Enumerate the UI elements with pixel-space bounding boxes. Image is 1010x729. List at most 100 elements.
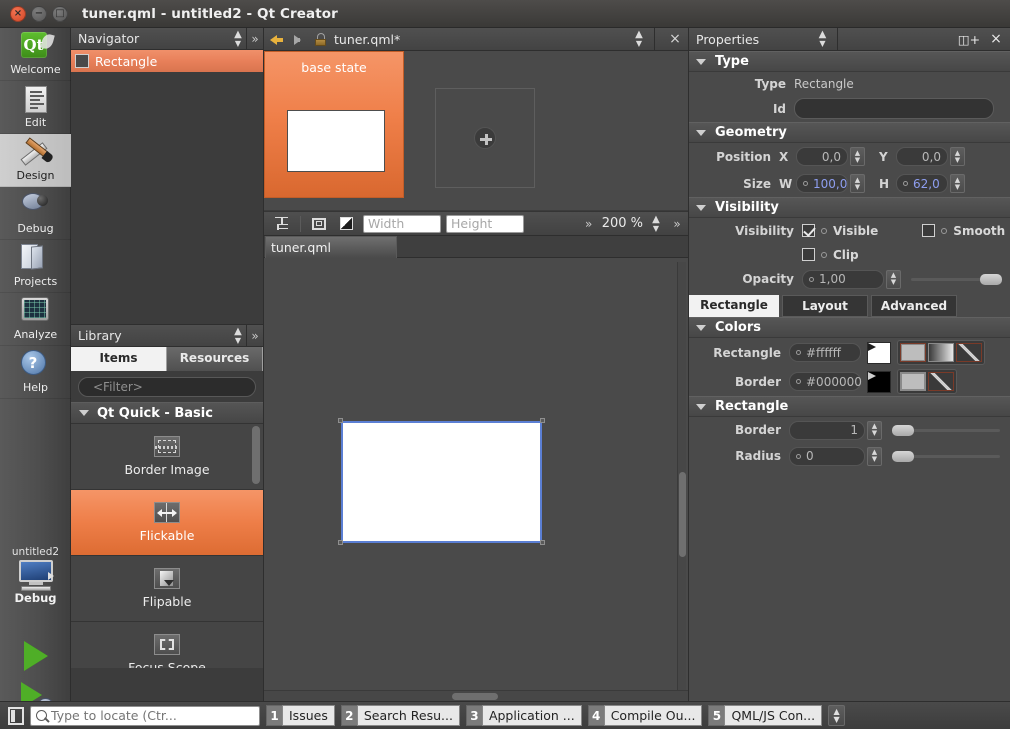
tab-rectangle[interactable]: Rectangle (689, 295, 779, 317)
border-solid-button[interactable] (900, 372, 926, 391)
mode-edit[interactable]: Edit (0, 81, 71, 134)
mode-design[interactable]: Design (0, 134, 71, 187)
resize-handle-br[interactable] (540, 540, 545, 545)
resize-handle-tr[interactable] (540, 418, 545, 423)
canvas-vertical-scrollbar[interactable] (677, 262, 686, 690)
fill-none-button[interactable] (956, 343, 982, 362)
radius-slider[interactable] (892, 450, 1000, 462)
navigate-back-button[interactable] (270, 32, 285, 47)
slider-knob[interactable] (892, 450, 914, 462)
border-color-input[interactable]: #000000 (789, 372, 862, 391)
section-type[interactable]: Type (689, 51, 1010, 72)
library-overflow-chevron[interactable]: » (247, 329, 263, 343)
form-width-input[interactable]: Width (363, 214, 441, 233)
border-width-stepper[interactable]: ▲ ▼ (867, 420, 882, 440)
bounding-rect-icon[interactable] (307, 214, 330, 233)
close-document-button[interactable]: × (662, 31, 688, 47)
zoom-stepper[interactable]: ▲ ▼ (648, 214, 664, 233)
lock-icon[interactable] (314, 32, 327, 46)
id-input[interactable] (794, 98, 994, 119)
output-button-issues[interactable]: 1 Issues (266, 705, 335, 726)
properties-panel-chooser[interactable]: ▲ ▼ (815, 30, 831, 48)
resize-handle-bl[interactable] (338, 540, 343, 545)
navigator-panel-chooser[interactable]: ▲ ▼ (230, 29, 246, 48)
mode-debug[interactable]: Debug (0, 187, 71, 240)
fill-solid-button[interactable] (900, 343, 926, 362)
state-base[interactable]: base state (264, 51, 404, 198)
navigator-overflow-chevron[interactable]: » (247, 32, 263, 46)
slider-knob[interactable] (980, 273, 1002, 285)
navigator-item-rectangle[interactable]: Rectangle (71, 50, 263, 72)
tab-advanced[interactable]: Advanced (871, 295, 957, 317)
locator-input[interactable]: Type to locate (Ctr... (30, 705, 260, 726)
section-rectangle[interactable]: Rectangle (689, 396, 1010, 417)
border-color-swatch[interactable] (867, 370, 891, 393)
canvas-horizontal-scrollbar[interactable] (264, 690, 688, 701)
output-pane-chooser[interactable]: ▲ ▼ (828, 705, 846, 726)
border-none-button[interactable] (928, 372, 954, 391)
radius-input[interactable]: 0 (789, 446, 865, 466)
border-width-slider[interactable] (892, 424, 1000, 436)
output-button-search-results[interactable]: 2 Search Resu... (340, 705, 460, 726)
library-item-border-image[interactable]: Border Image (71, 424, 263, 490)
opacity-slider[interactable] (911, 273, 1002, 285)
tab-items[interactable]: Items (71, 347, 167, 371)
close-properties-button[interactable]: × (982, 31, 1010, 47)
library-group-qt-quick-basic[interactable]: Qt Quick - Basic (71, 402, 263, 424)
scrollbar-thumb[interactable] (452, 693, 498, 700)
fill-gradient-button[interactable] (928, 343, 954, 362)
run-button[interactable] (0, 636, 71, 676)
form-height-input[interactable]: Height (446, 214, 524, 233)
mode-help[interactable]: ? Help (0, 346, 71, 399)
library-panel-chooser[interactable]: ▲ ▼ (230, 326, 246, 345)
opacity-input[interactable]: 1,00 (802, 269, 884, 289)
smooth-checkbox[interactable] (922, 224, 936, 237)
mode-welcome[interactable]: Qt Welcome (0, 28, 71, 81)
output-button-qml-js-console[interactable]: 5 QML/JS Con... (708, 705, 823, 726)
position-x-input[interactable]: 0,0 (796, 147, 848, 166)
rectangle-color-input[interactable]: #ffffff (789, 343, 861, 362)
anchors-icon[interactable] (271, 214, 294, 233)
section-visibility[interactable]: Visibility (689, 197, 1010, 218)
toggle-sidebar-icon[interactable] (8, 706, 24, 725)
window-maximize-button[interactable]: □ (52, 5, 68, 22)
navigate-forward-button[interactable] (292, 32, 307, 47)
output-button-application-output[interactable]: 3 Application ... (465, 705, 582, 726)
library-item-flickable[interactable]: Flickable (71, 490, 263, 556)
tab-layout[interactable]: Layout (782, 295, 868, 317)
slider-knob[interactable] (892, 424, 914, 436)
section-geometry[interactable]: Geometry (689, 122, 1010, 143)
size-w-input[interactable]: 100,0 (796, 174, 848, 193)
kit-selector[interactable]: untitled2 Debug (0, 546, 71, 605)
document-filename[interactable]: tuner.qml* (334, 32, 400, 47)
selected-rectangle-item[interactable] (341, 421, 542, 543)
add-state-button[interactable] (435, 88, 535, 188)
form-toolbar-more-chevron[interactable]: » (669, 217, 685, 231)
scrollbar-thumb[interactable] (679, 472, 686, 557)
library-filter-input[interactable]: <Filter> (78, 377, 256, 397)
form-editor-canvas[interactable] (264, 258, 688, 690)
library-item-flipable[interactable]: Flipable (71, 556, 263, 622)
resize-handle-tl[interactable] (338, 418, 343, 423)
scrollbar-thumb[interactable] (252, 426, 260, 484)
clip-checkbox[interactable] (802, 248, 815, 261)
tab-resources[interactable]: Resources (167, 347, 263, 371)
rectangle-color-swatch[interactable] (867, 341, 891, 364)
opacity-stepper[interactable]: ▲ ▼ (886, 269, 901, 289)
form-toolbar-overflow-chevron[interactable]: » (581, 217, 597, 231)
border-width-input[interactable]: 1 (789, 420, 865, 440)
split-pane-icon[interactable]: ◫+ (956, 32, 982, 47)
window-minimize-button[interactable]: − (31, 5, 47, 22)
mode-projects[interactable]: Projects (0, 240, 71, 293)
library-vertical-scrollbar[interactable] (252, 424, 260, 668)
half-fill-icon[interactable] (335, 214, 358, 233)
library-item-focus-scope[interactable]: Focus Scope (71, 622, 263, 668)
output-button-compile-output[interactable]: 4 Compile Ou... (587, 705, 703, 726)
position-y-input[interactable]: 0,0 (896, 147, 948, 166)
mode-analyze[interactable]: Analyze (0, 293, 71, 346)
document-selector-chooser[interactable]: ▲ ▼ (631, 30, 647, 48)
form-editor-tab[interactable]: tuner.qml (265, 236, 397, 258)
position-y-stepper[interactable]: ▲ ▼ (950, 147, 965, 166)
visible-checkbox[interactable] (802, 224, 815, 237)
size-w-stepper[interactable]: ▲ ▼ (850, 174, 865, 193)
